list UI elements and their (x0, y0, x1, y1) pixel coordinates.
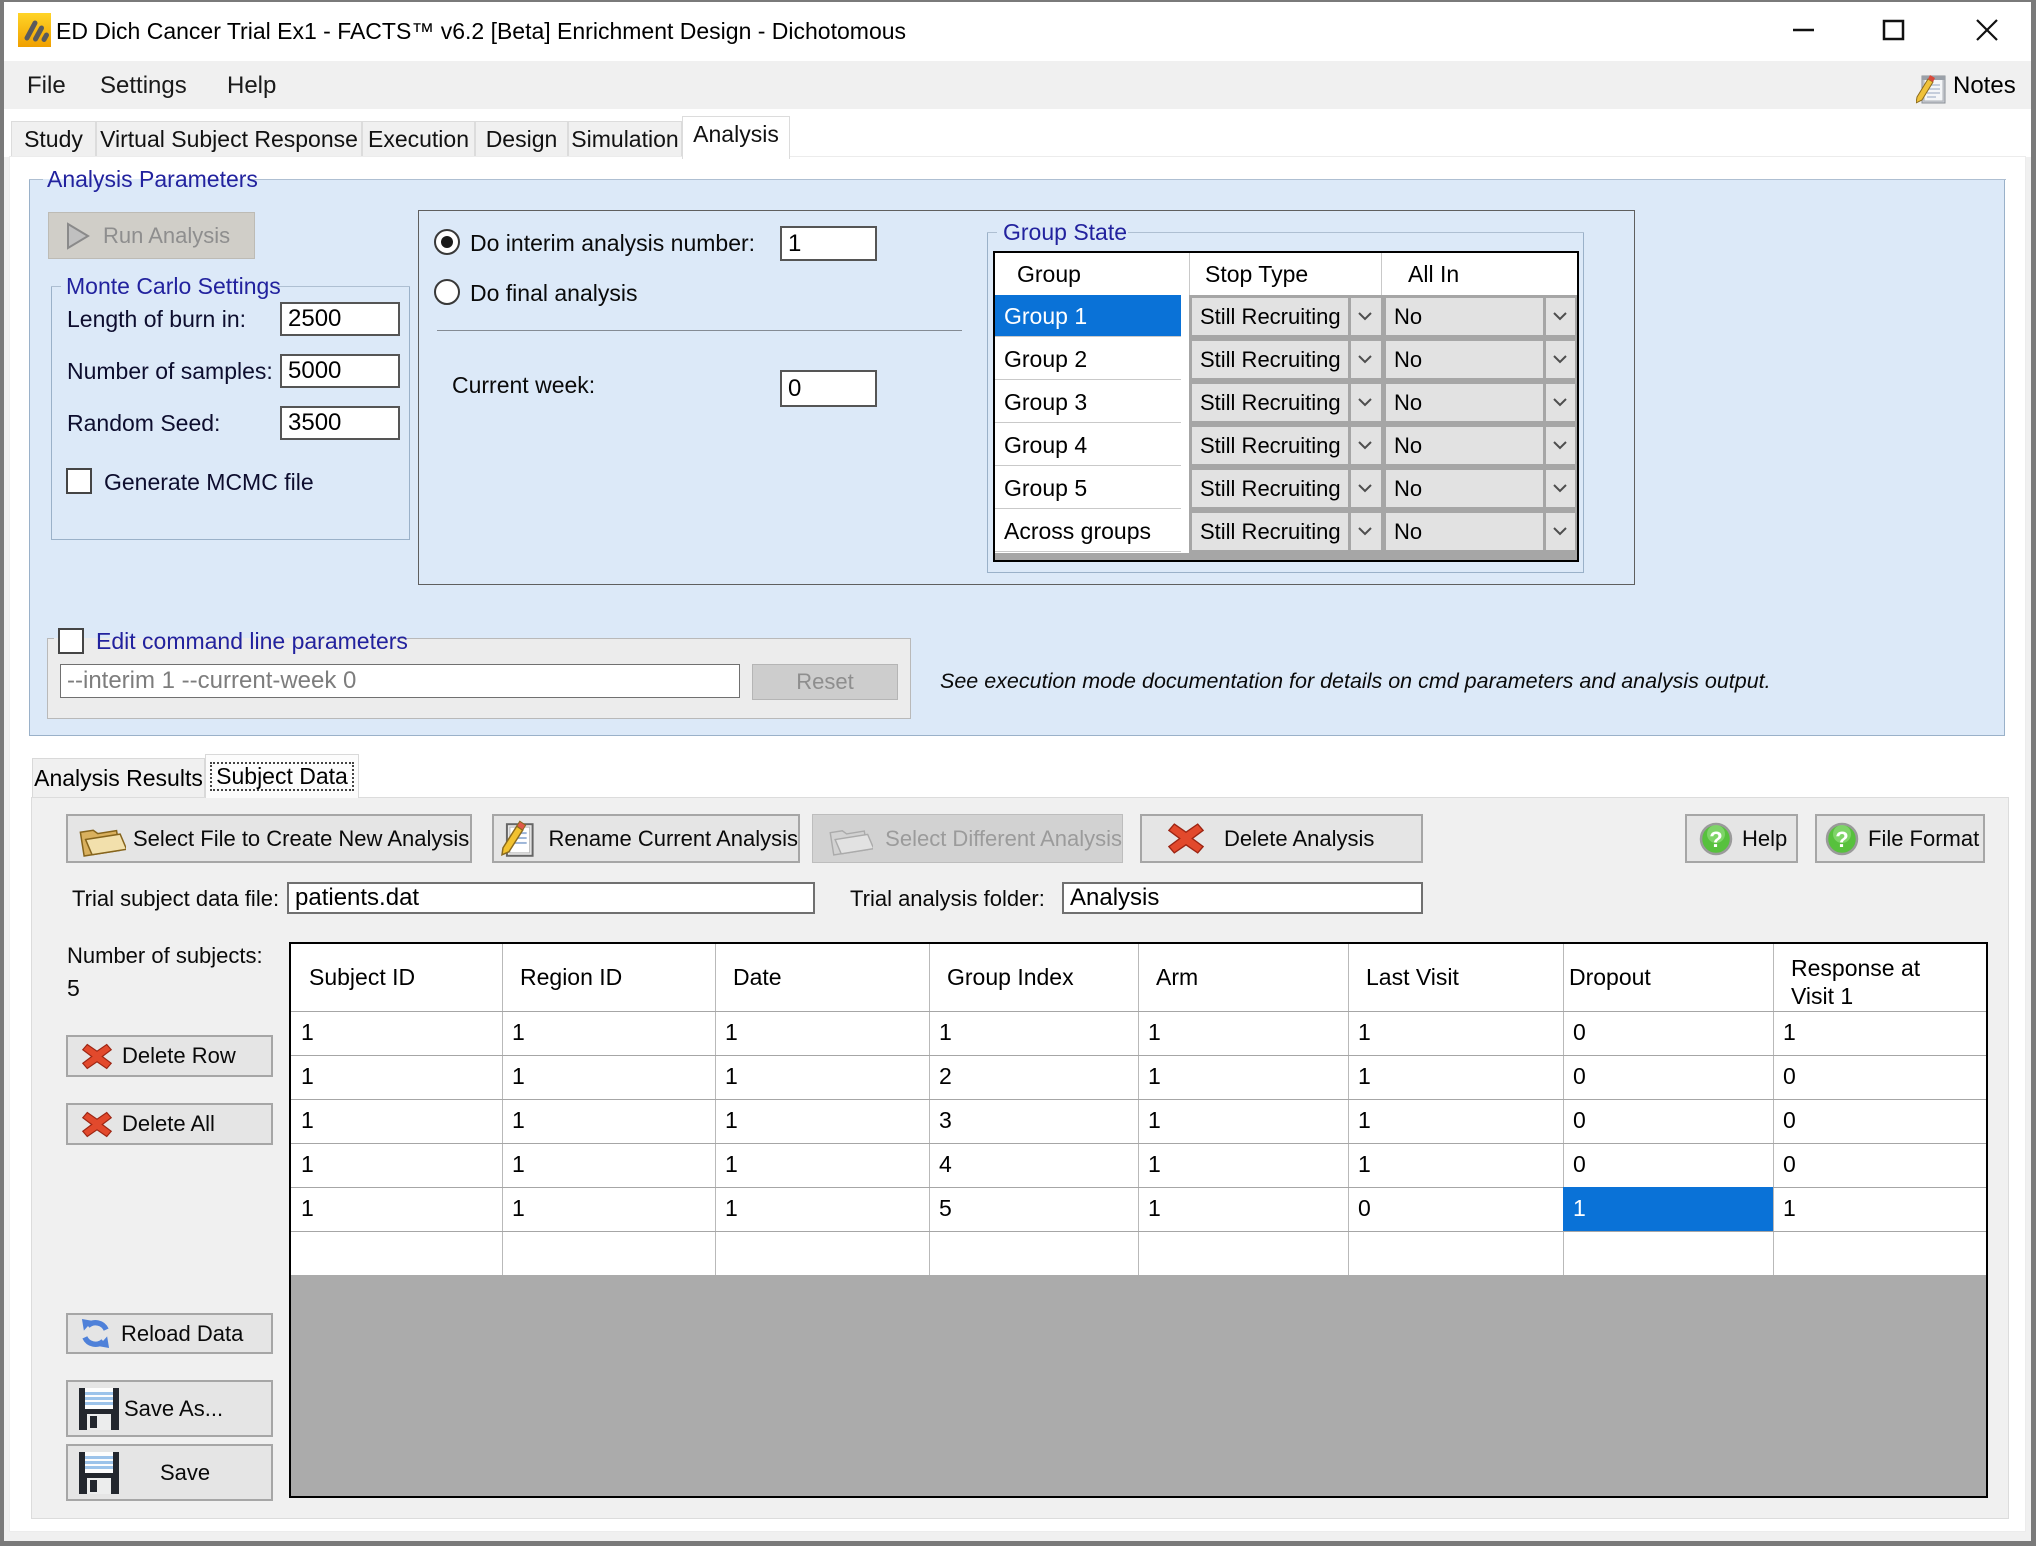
svg-text:?: ? (1709, 827, 1722, 852)
svg-text:?: ? (1835, 827, 1848, 852)
